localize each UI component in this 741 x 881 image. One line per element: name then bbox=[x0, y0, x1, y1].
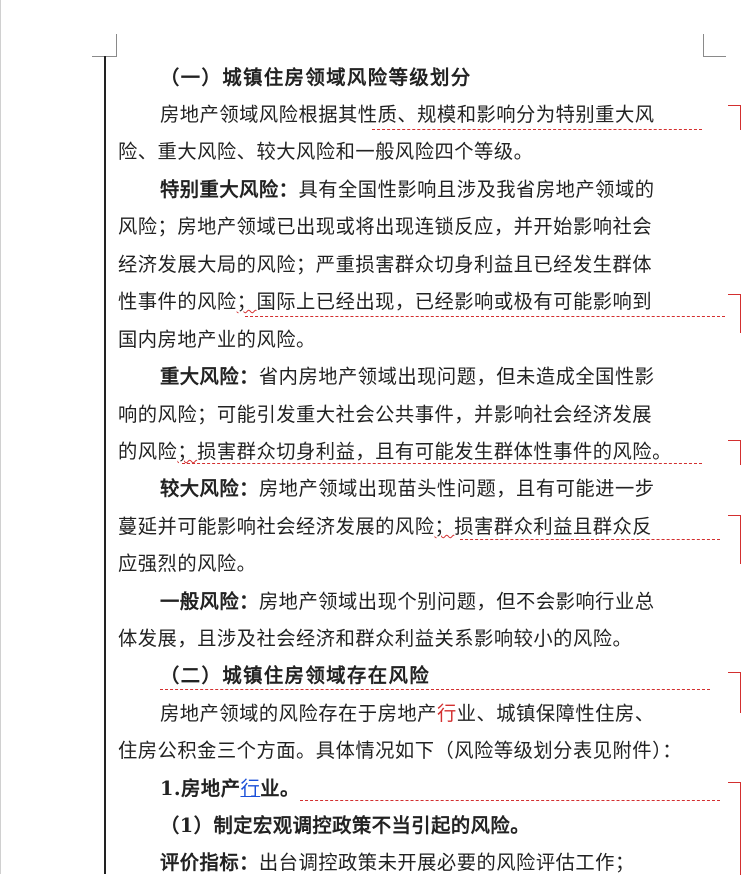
text-run: 国内房地产业的风险。 bbox=[118, 328, 316, 351]
text-line[interactable]: 一般风险：房地产领域出现个别问题，但不会影响行业总 bbox=[160, 584, 695, 620]
text-run: 住房公积金三个方面。具体情况如下（风险等级划分表见附件）： bbox=[118, 739, 683, 762]
text-run: 风险；房地产领域已出现或将出现连锁反应，并开始影响社会 bbox=[118, 215, 653, 238]
text-line[interactable]: 应强烈的风险。 bbox=[118, 546, 695, 582]
bold-run: （二）城镇住房领域存在风险 bbox=[160, 664, 431, 687]
text-run: 性事件的风险 bbox=[118, 290, 237, 313]
bold-run: 业。 bbox=[260, 777, 300, 800]
revision-marker bbox=[728, 440, 741, 465]
text-run: 体发展，且涉及社会经济和群众利益关系影响较小的风险。 bbox=[118, 627, 633, 650]
text-run: 出台调控政策未开展必要的风险评估工作； bbox=[258, 851, 635, 874]
text-run: 经济发展大局的风险；严重损害群众切身利益且已经发生群体 bbox=[118, 253, 653, 276]
text-run: 业、城镇保障性住房、 bbox=[456, 702, 655, 725]
text-run: 的风险 bbox=[118, 440, 178, 463]
revision-marker bbox=[728, 105, 741, 130]
red-run: 行 bbox=[436, 702, 457, 725]
text-line[interactable]: 房地产领域风险根据其性质、规模和影响分为特别重大风 bbox=[160, 97, 695, 133]
blue-run: 行 bbox=[240, 777, 261, 800]
text-line[interactable]: 经济发展大局的风险；严重损害群众切身利益且已经发生群体 bbox=[118, 247, 695, 283]
text-run: 险、重大风险、较大风险和一般风险四个等级。 bbox=[118, 140, 534, 163]
text-run: 国际上已经出现，已经影响或极有可能影响到 bbox=[256, 290, 653, 313]
change-bar bbox=[104, 56, 106, 874]
text-run: 损害群众利益且群众反 bbox=[454, 515, 653, 538]
squiggle-run: ； bbox=[434, 515, 455, 538]
revision-marker bbox=[728, 294, 741, 333]
text-line[interactable]: 的风险；损害群众切身利益，且有可能发生群体性事件的风险。 bbox=[118, 434, 695, 470]
text-line[interactable]: 1.房地产行业。 bbox=[160, 771, 695, 807]
text-line[interactable]: 响的风险；可能引发重大社会公共事件，并影响社会经济发展 bbox=[118, 397, 695, 433]
crop-mark-top-right bbox=[703, 34, 726, 57]
revision-marker bbox=[728, 515, 741, 564]
squiggle-run: ； bbox=[236, 290, 257, 313]
text-line[interactable]: 较大风险：房地产领域出现苗头性问题，且有可能进一步 bbox=[160, 471, 695, 507]
text-line[interactable]: 性事件的风险；国际上已经出现，已经影响或极有可能影响到 bbox=[118, 284, 695, 320]
text-line[interactable]: 风险；房地产领域已出现或将出现连锁反应，并开始影响社会 bbox=[118, 209, 695, 245]
bold-run: 一般风险： bbox=[160, 590, 259, 613]
revision-connector bbox=[160, 689, 710, 690]
text-run: 应强烈的风险。 bbox=[118, 552, 257, 575]
page-edge bbox=[0, 0, 1, 874]
bold-run: 重大风险： bbox=[160, 365, 259, 388]
text-line[interactable]: 险、重大风险、较大风险和一般风险四个等级。 bbox=[118, 134, 695, 170]
bold-run: （一）城镇住房领域风险等级划分 bbox=[160, 66, 472, 89]
revision-connector bbox=[460, 539, 720, 540]
text-line[interactable]: 体发展，且涉及社会经济和群众利益关系影响较小的风险。 bbox=[118, 621, 695, 657]
crop-mark-top-left bbox=[92, 34, 117, 57]
text-run: 省内房地产领域出现问题，但未造成全国性影 bbox=[258, 365, 655, 388]
text-run: 蔓延并可能影响社会经济发展的风险 bbox=[118, 515, 435, 538]
bold-run: 1.房地产 bbox=[160, 777, 241, 800]
bold-run: 较大风险： bbox=[160, 477, 259, 500]
text-run: 响的风险；可能引发重大社会公共事件，并影响社会经济发展 bbox=[118, 403, 653, 426]
text-line[interactable]: 房地产领域的风险存在于房地产行业、城镇保障性住房、 bbox=[160, 696, 695, 732]
revision-connector bbox=[182, 463, 702, 464]
text-run: 房地产领域的风险存在于房地产 bbox=[160, 702, 437, 725]
revision-marker bbox=[728, 782, 741, 875]
text-line[interactable]: 评价指标：出台调控政策未开展必要的风险评估工作； bbox=[160, 845, 695, 881]
text-line[interactable]: 住房公积金三个方面。具体情况如下（风险等级划分表见附件）： bbox=[118, 733, 695, 769]
text-line[interactable]: 国内房地产业的风险。 bbox=[118, 322, 695, 358]
bold-run: 评价指标： bbox=[160, 851, 259, 874]
bold-run: （1）制定宏观调控政策不当引起的风险。 bbox=[160, 814, 530, 837]
revision-marker bbox=[728, 672, 741, 713]
bold-run: 特别重大风险： bbox=[160, 178, 299, 201]
text-run: 房地产领域出现个别问题，但不会影响行业总 bbox=[258, 590, 655, 613]
text-run: 损害群众切身利益，且有可能发生群体性事件的风险。 bbox=[197, 440, 672, 463]
revision-connector bbox=[245, 316, 725, 317]
text-run: 房地产领域风险根据其性质、规模和影响分为特别重大风 bbox=[160, 103, 655, 126]
squiggle-run: ； bbox=[177, 440, 198, 463]
text-line[interactable]: 特别重大风险：具有全国性影响且涉及我省房地产领域的 bbox=[160, 172, 695, 208]
text-line[interactable]: 重大风险：省内房地产领域出现问题，但未造成全国性影 bbox=[160, 359, 695, 395]
text-run: 房地产领域出现苗头性问题，且有可能进一步 bbox=[258, 477, 655, 500]
text-line[interactable]: （一）城镇住房领域风险等级划分 bbox=[160, 60, 695, 96]
revision-connector bbox=[372, 129, 702, 130]
revision-connector bbox=[300, 800, 720, 801]
text-line[interactable]: （1）制定宏观调控政策不当引起的风险。 bbox=[160, 808, 695, 844]
text-run: 具有全国性影响且涉及我省房地产领域的 bbox=[298, 178, 655, 201]
